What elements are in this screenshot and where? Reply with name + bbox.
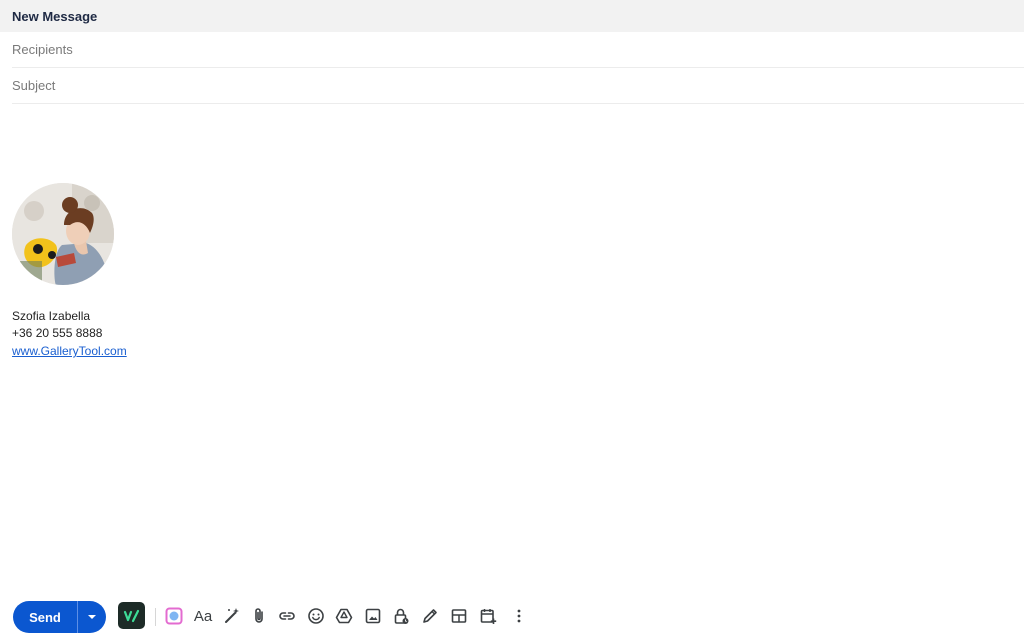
send-button-group: Send — [13, 601, 106, 633]
toolbar-separator — [155, 608, 156, 626]
insert-link-button[interactable] — [276, 605, 298, 627]
signature-phone: +36 20 555 8888 — [12, 326, 103, 340]
insert-photo-button[interactable] — [362, 605, 384, 627]
send-button[interactable]: Send — [13, 601, 77, 633]
signature-website-link[interactable]: www.GalleryTool.com — [12, 344, 127, 358]
message-body[interactable] — [0, 105, 1024, 585]
recipients-row — [12, 32, 1024, 68]
subject-input[interactable] — [12, 68, 1024, 103]
schedule-event-button[interactable] — [477, 605, 499, 627]
magic-write-button[interactable] — [221, 605, 243, 627]
link-icon — [279, 612, 295, 620]
formatting-icon: Aa — [193, 607, 213, 625]
magic-wand-icon — [225, 608, 239, 623]
formatting-button[interactable]: Aa — [191, 605, 215, 627]
more-options-button[interactable] — [508, 605, 530, 627]
more-options-icon — [517, 609, 521, 623]
drive-button[interactable] — [333, 605, 355, 627]
confidential-mode-button[interactable] — [390, 605, 412, 627]
layout-icon — [451, 609, 467, 623]
colorful-app-icon — [165, 607, 183, 625]
send-options-button[interactable] — [78, 601, 106, 633]
signature-button[interactable] — [419, 605, 441, 627]
signature-photo — [12, 183, 114, 285]
confidential-mode-icon — [394, 608, 409, 624]
attach-icon — [255, 608, 263, 623]
chevron-down-icon — [88, 615, 96, 619]
layouts-button[interactable] — [448, 605, 470, 627]
schedule-event-icon — [480, 609, 497, 624]
compose-header: New Message — [0, 0, 1024, 32]
avatar — [12, 183, 114, 285]
extension-button[interactable] — [118, 602, 145, 629]
attach-button[interactable] — [248, 605, 270, 627]
emoji-button[interactable] — [305, 605, 327, 627]
signature-name: Szofia Izabella — [12, 309, 91, 323]
extension-icon — [123, 609, 139, 622]
compose-toolbar: Send Aa — [0, 596, 1024, 636]
drive-icon — [335, 608, 353, 624]
subject-row — [12, 68, 1024, 104]
window-title: New Message — [12, 8, 98, 24]
recipients-input[interactable] — [12, 32, 1024, 67]
photo-icon — [365, 608, 381, 624]
colorful-app-button[interactable] — [163, 605, 185, 627]
emoji-icon — [308, 608, 324, 624]
signature-pen-icon — [423, 609, 437, 623]
